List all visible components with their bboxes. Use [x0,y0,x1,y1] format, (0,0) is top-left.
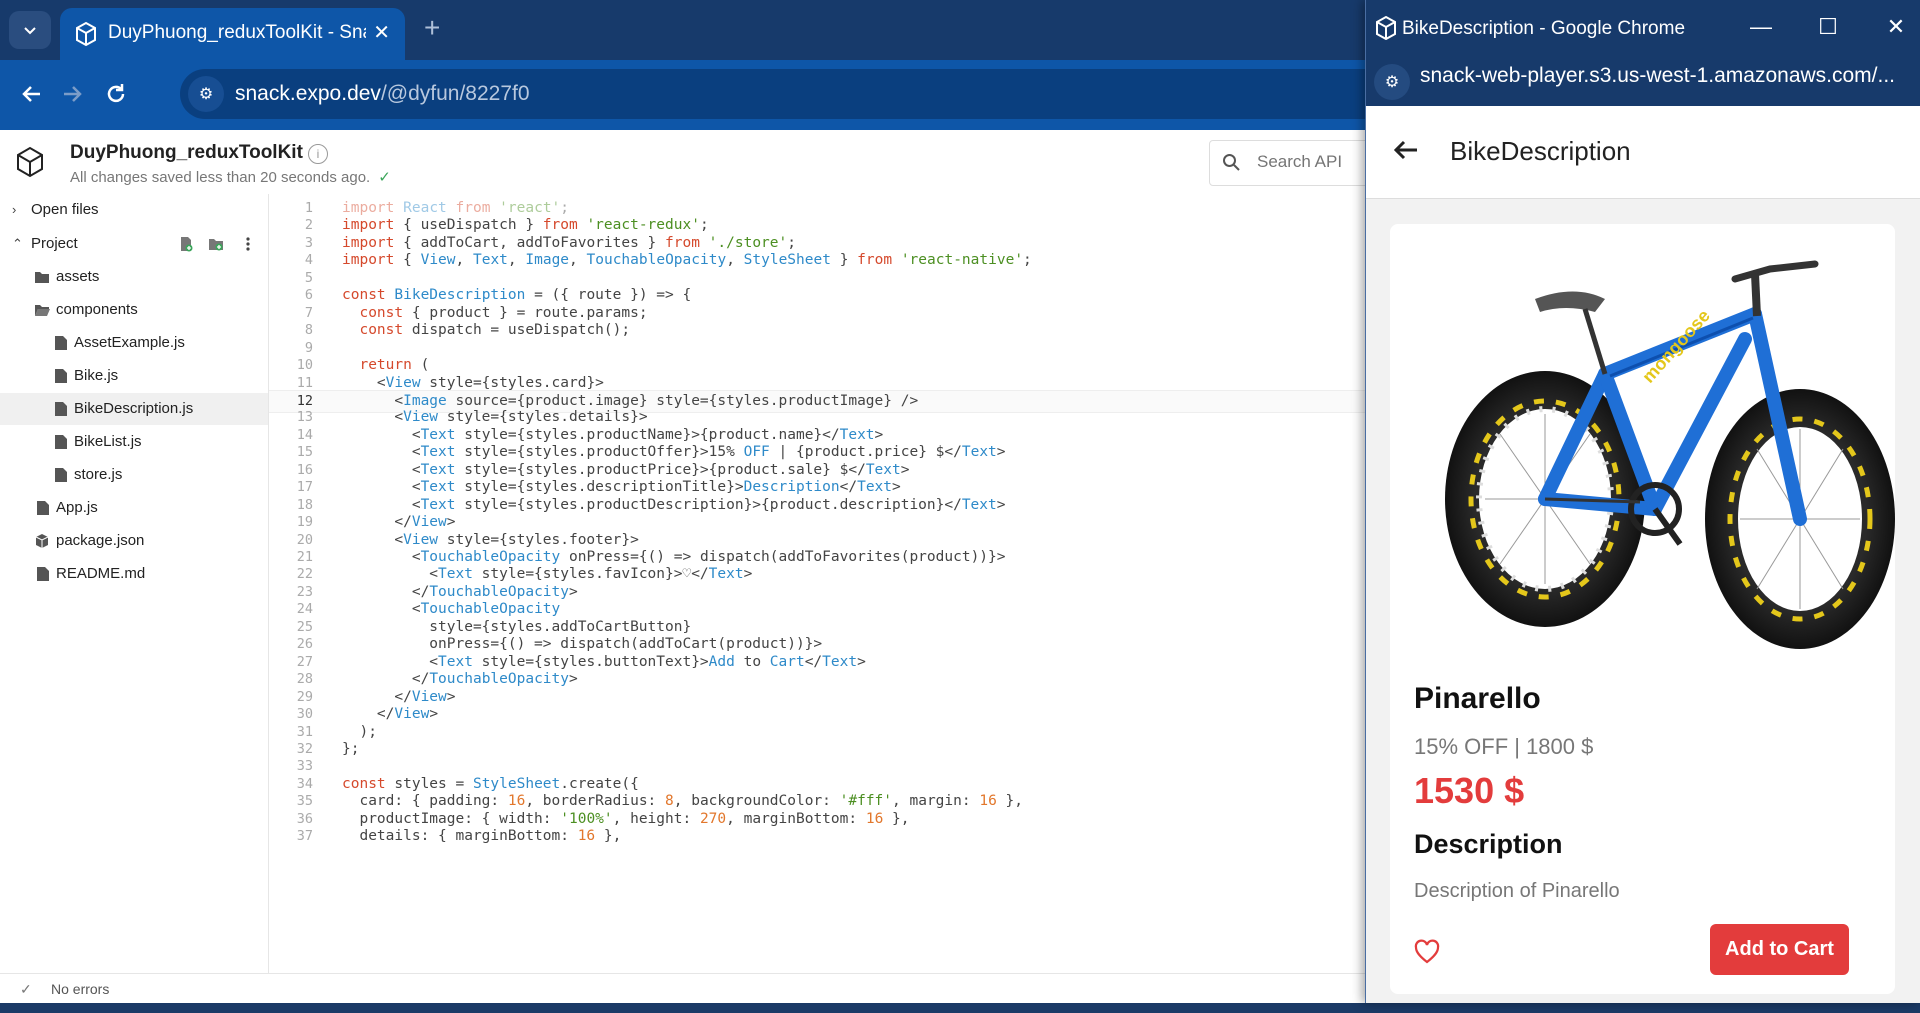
sidebar-item-label: components [56,301,138,318]
add-to-cart-button[interactable]: Add to Cart [1710,924,1849,975]
sidebar-item-label: README.md [56,565,146,582]
search-icon [1223,154,1240,171]
code-text: details: { marginBottom: 16 }, [342,828,622,845]
new-tab-button[interactable]: + [424,14,440,42]
project-section[interactable]: ⌃ Project [0,228,268,260]
close-icon[interactable]: ✕ [1881,14,1911,40]
file-icon [37,501,49,515]
preview-url: snack-web-player.s3.us-west-1.amazonaws.… [1420,64,1896,87]
file-icon [55,468,67,482]
minimize-icon[interactable]: — [1746,14,1776,40]
save-status-text: All changes saved less than 20 seconds a… [70,169,371,186]
address-bar[interactable]: ⚙ snack.expo.dev/@dyfun/8227f0 [180,69,1400,119]
save-status: All changes saved less than 20 seconds a… [70,168,391,186]
product-name: Pinarello [1414,682,1541,715]
maximize-icon[interactable]: ☐ [1813,14,1843,40]
site-settings-icon[interactable]: ⚙ [188,76,224,112]
product-card: mongoose Pinarello 15% OFF | 1800 $ 1530… [1390,224,1895,994]
file-icon [37,567,49,581]
product-price: 1530 $ [1414,770,1525,811]
screen-header: BikeDescription [1366,106,1920,199]
sidebar-item-label: BikeDescription.js [74,400,194,417]
sidebar-item-label: package.json [56,532,145,549]
sidebar-item-assetexample[interactable]: AssetExample.js [0,327,268,359]
forward-arrow-icon[interactable] [58,80,86,108]
sidebar-item-label: assets [56,268,100,285]
saved-check-icon: ✓ [378,169,391,186]
new-file-icon[interactable] [178,236,194,252]
sidebar-item-label: store.js [74,466,123,483]
folder-icon [35,272,49,283]
preview-window-titlebar: BikeDescription - Google Chrome — ☐ ✕ [1366,0,1920,58]
new-folder-icon[interactable] [208,236,224,252]
heart-icon[interactable] [1414,939,1440,965]
folder-open-icon [35,305,50,316]
sidebar-item-label: Bike.js [74,367,119,384]
preview-window: BikeDescription - Google Chrome — ☐ ✕ ⚙ … [1365,0,1920,1003]
check-icon: ✓ [20,981,32,997]
url-path: /@dyfun/8227f0 [380,82,530,105]
reload-icon[interactable] [102,80,130,108]
tab-title: DuyPhuong_reduxToolKit - Snack [108,22,366,43]
sidebar-item-bikedescription[interactable]: BikeDescription.js [0,393,268,425]
code-line[interactable]: 37 details: { marginBottom: 16 }, [269,826,1369,847]
package-icon [35,534,49,548]
line-number: 37 [296,828,313,845]
sidebar-item-label: App.js [56,499,98,516]
product-description: Description of Pinarello [1414,880,1620,902]
site-settings-icon[interactable]: ⚙ [1374,64,1410,100]
sidebar-item-bike[interactable]: Bike.js [0,360,268,392]
preview-window-title: BikeDescription - Google Chrome [1402,18,1686,39]
tab-search-button[interactable] [9,11,51,49]
sidebar-item-bikelist[interactable]: BikeList.js [0,426,268,458]
sidebar-item-package[interactable]: package.json [0,525,268,557]
product-offer: 15% OFF | 1800 $ [1414,734,1594,759]
app-preview: BikeDescription mongoose Pinarello 15% O… [1366,106,1920,1003]
preview-address-bar[interactable]: ⚙ snack-web-player.s3.us-west-1.amazonaw… [1366,58,1920,106]
error-status[interactable]: No errors [51,974,109,1004]
project-label: Project [31,235,78,252]
file-icon [55,402,67,416]
file-icon [55,336,67,350]
back-arrow-icon[interactable] [1390,134,1422,166]
chevron-right-icon: › [12,202,17,217]
sidebar-item-label: AssetExample.js [74,334,185,351]
snack-logo-icon[interactable] [14,146,46,178]
open-files-label: Open files [31,201,99,218]
info-icon[interactable]: i [308,144,328,164]
address-url: snack.expo.dev/@dyfun/8227f0 [235,82,530,106]
sidebar-item-app[interactable]: App.js [0,492,268,524]
snack-favicon-icon [1376,16,1396,40]
snack-favicon-icon [76,21,96,47]
file-icon [55,369,67,383]
product-image: mongoose [1445,260,1895,649]
sidebar-item-readme[interactable]: README.md [0,558,268,590]
chevron-down-icon [24,27,36,35]
sidebar-item-assets[interactable]: assets [0,261,268,293]
screen-title: BikeDescription [1450,136,1631,166]
file-explorer-sidebar: › Open files ⌃ Project assets components… [0,194,269,973]
tab-close-icon[interactable]: ✕ [373,20,390,45]
sidebar-item-label: BikeList.js [74,433,142,450]
url-domain: snack.expo.dev [235,82,381,105]
sidebar-item-components[interactable]: components [0,294,268,326]
svg-text:mongoose: mongoose [1638,306,1714,387]
file-icon [55,435,67,449]
sidebar-item-store[interactable]: store.js [0,459,268,491]
code-editor[interactable]: 1 import React from 'react'; 2 import { use… [269,194,1369,973]
browser-tab[interactable]: DuyPhuong_reduxToolKit - Snack ✕ [60,8,405,60]
more-vertical-icon[interactable] [240,236,256,252]
taskbar-strip [0,1003,1920,1013]
open-files-section[interactable]: › Open files [0,194,268,226]
back-arrow-icon[interactable] [18,80,46,108]
project-title[interactable]: DuyPhuong_reduxToolKit [70,142,303,164]
chevron-down-icon: ⌃ [12,236,23,251]
description-title: Description [1414,829,1563,859]
